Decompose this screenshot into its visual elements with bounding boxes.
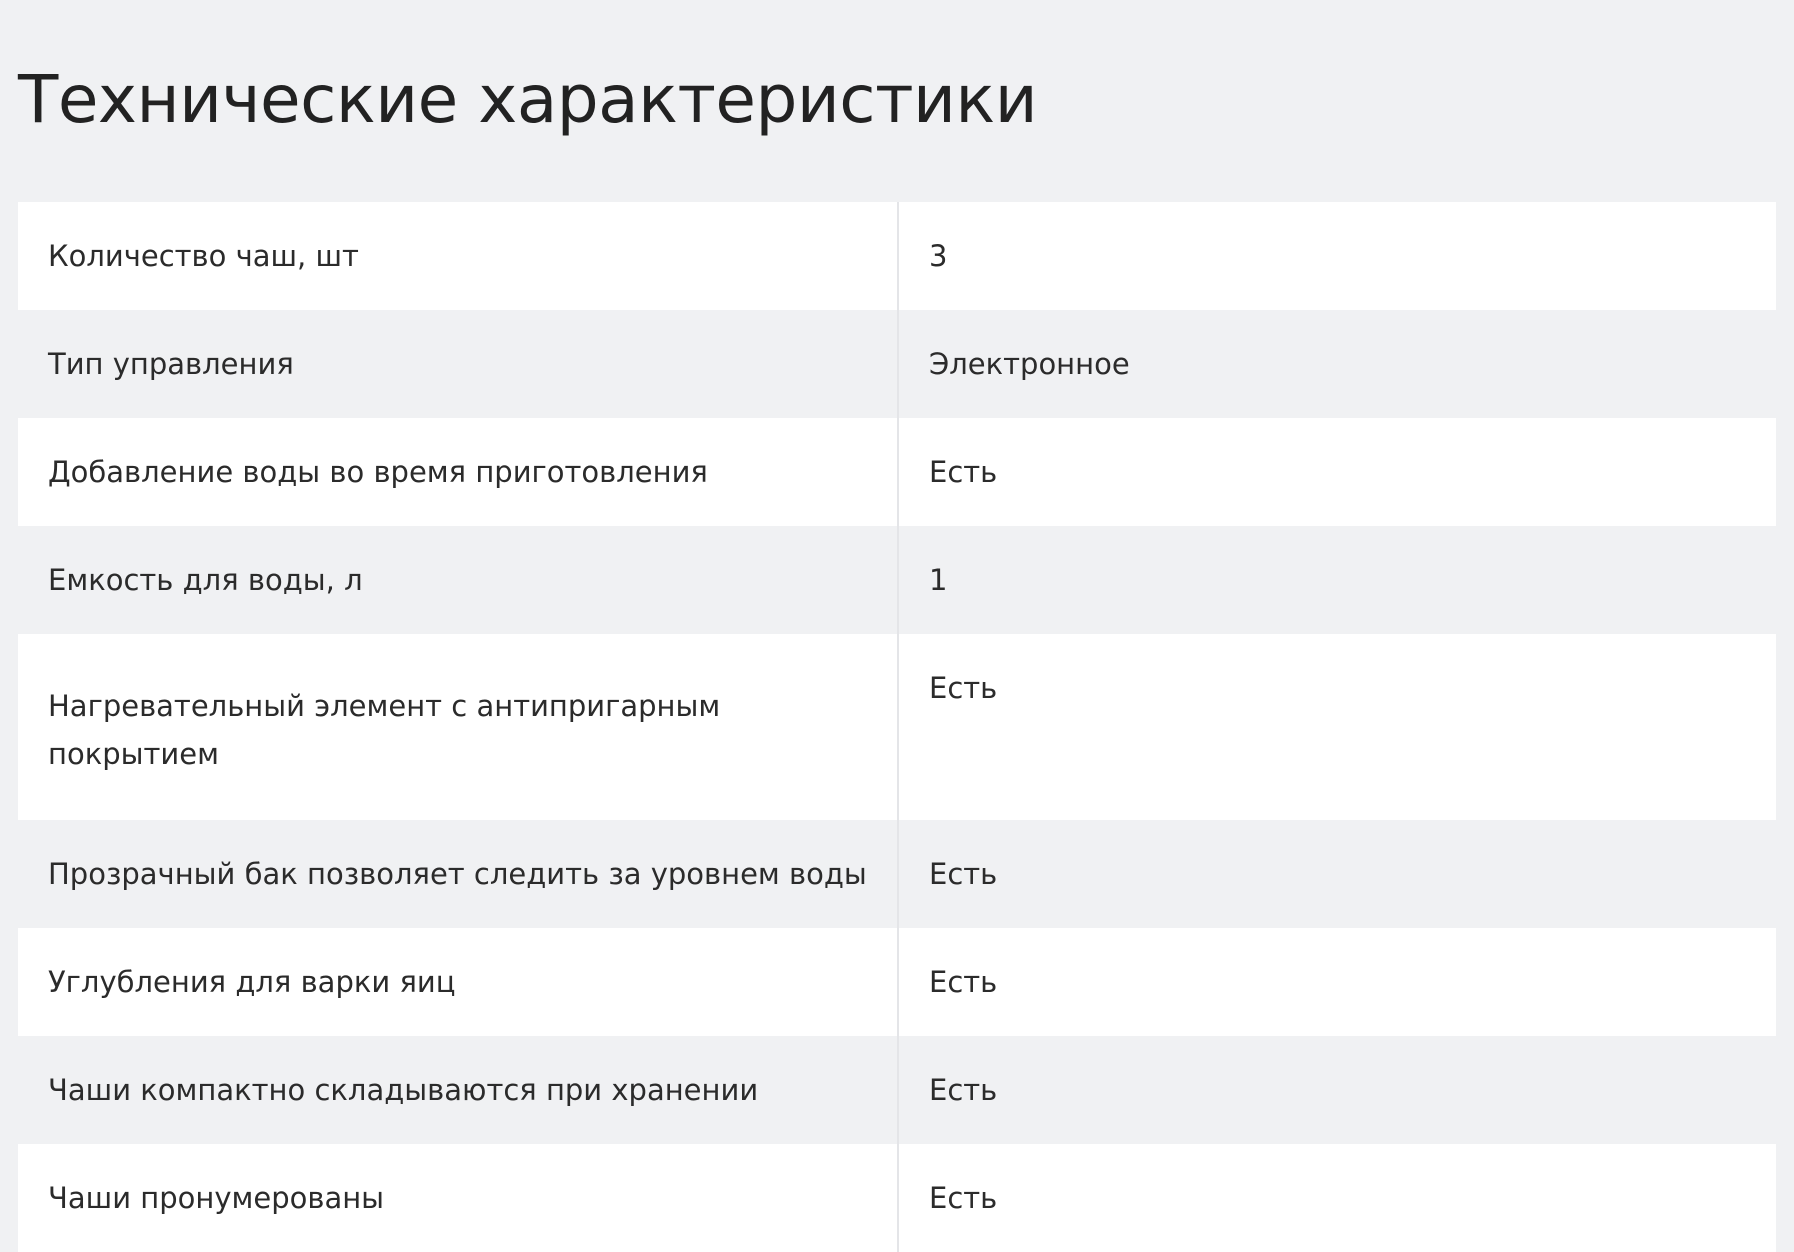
spec-label: Прозрачный бак позволяет следить за уров…	[18, 820, 899, 928]
table-row: Чаши пронумерованы Есть	[18, 1144, 1776, 1252]
spec-value: Есть	[929, 671, 998, 705]
table-row: Чаши компактно складываются при хранении…	[18, 1036, 1776, 1144]
spec-value: 1	[929, 563, 948, 597]
spec-value: Есть	[929, 857, 998, 891]
table-row: Тип управления Электронное	[18, 310, 1776, 418]
spec-label: Углубления для варки яиц	[18, 928, 899, 1036]
table-row: Прозрачный бак позволяет следить за уров…	[18, 820, 1776, 928]
spec-value: 3	[929, 239, 948, 273]
spec-label: Нагревательный элемент с антипригарным п…	[18, 634, 899, 820]
spec-label: Количество чаш, шт	[18, 202, 899, 310]
spec-label: Чаши пронумерованы	[18, 1144, 899, 1252]
spec-value: Есть	[929, 1181, 998, 1215]
spec-value: Есть	[929, 965, 998, 999]
table-row: Нагревательный элемент с антипригарным п…	[18, 634, 1776, 820]
table-row: Количество чаш, шт 3	[18, 202, 1776, 310]
table-row: Углубления для варки яиц Есть	[18, 928, 1776, 1036]
specifications-table: Количество чаш, шт 3 Тип управления Элек…	[18, 202, 1776, 1252]
spec-label: Тип управления	[18, 310, 899, 418]
specifications-section: Технические характеристики Количество ча…	[0, 0, 1794, 1252]
spec-label: Чаши компактно складываются при хранении	[18, 1036, 899, 1144]
spec-label: Емкость для воды, л	[18, 526, 899, 634]
spec-value: Электронное	[929, 347, 1130, 381]
spec-value: Есть	[929, 455, 998, 489]
table-row: Емкость для воды, л 1	[18, 526, 1776, 634]
spec-value: Есть	[929, 1073, 998, 1107]
spec-label: Добавление воды во время приготовления	[18, 418, 899, 526]
page-title: Технические характеристики	[18, 61, 1038, 138]
table-row: Добавление воды во время приготовления Е…	[18, 418, 1776, 526]
